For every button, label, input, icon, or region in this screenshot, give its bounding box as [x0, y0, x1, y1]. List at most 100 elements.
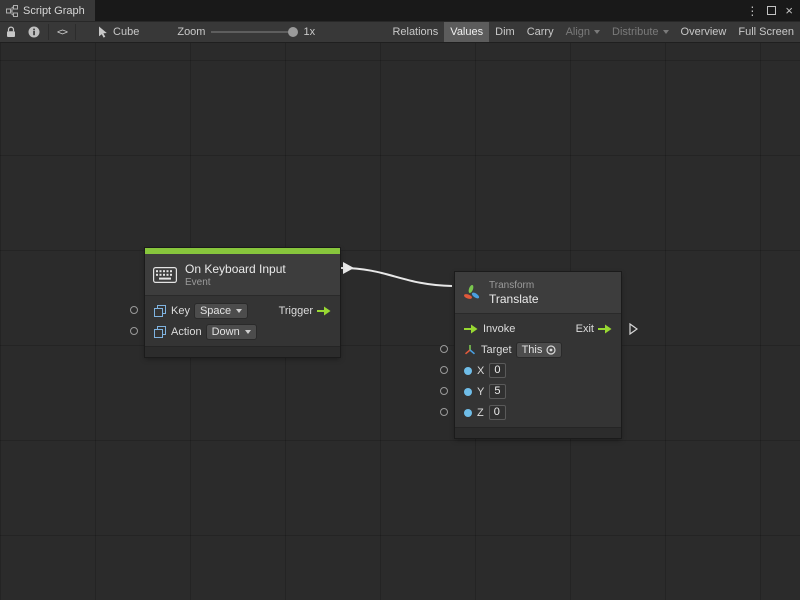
row-key: Key Space Trigger — [145, 300, 340, 321]
zoom-value: 1x — [303, 26, 315, 38]
node-body: Key Space Trigger — [145, 296, 340, 346]
flow-arrow-icon[interactable] — [317, 306, 331, 316]
row-y: Y 5 — [455, 381, 621, 402]
script-graph-icon — [6, 5, 18, 17]
chevron-down-icon — [236, 309, 242, 313]
node-footer — [145, 346, 340, 357]
row-action: Action Down — [145, 321, 340, 342]
value-port-icon — [464, 367, 472, 375]
row-invoke-exit: Invoke Exit — [455, 318, 621, 339]
node-category: Transform — [489, 280, 539, 291]
inspect-button[interactable] — [22, 22, 46, 42]
toolbar-separator — [75, 24, 76, 40]
z-value-field[interactable]: 0 — [489, 405, 506, 420]
row-target: Target This — [455, 339, 621, 360]
align-dropdown[interactable]: Align — [560, 22, 606, 42]
node-footer — [455, 427, 621, 438]
tab-script-graph[interactable]: Script Graph — [0, 0, 95, 21]
action-dropdown[interactable]: Down — [207, 325, 256, 339]
y-value-field[interactable]: 5 — [489, 384, 506, 399]
row-x: X 0 — [455, 360, 621, 381]
maximize-icon[interactable] — [767, 6, 776, 15]
action-label: Action — [171, 326, 202, 338]
code-icon: <> — [57, 27, 67, 38]
toolbar-separator — [48, 24, 49, 40]
overview-button[interactable]: Overview — [675, 22, 733, 42]
axis-gizmo-icon — [464, 344, 476, 356]
relations-label: Relations — [392, 26, 438, 38]
value-port-icon — [464, 388, 472, 396]
input-port-y[interactable] — [440, 387, 448, 395]
y-label: Y — [477, 386, 484, 398]
node-header[interactable]: Transform Translate — [455, 272, 621, 314]
dim-toggle[interactable]: Dim — [489, 22, 521, 42]
carry-label: Carry — [527, 26, 554, 38]
target-label: Target — [481, 344, 512, 356]
zoom-control: Zoom 1x — [171, 22, 321, 42]
wire-trigger-to-invoke[interactable] — [341, 268, 452, 286]
value-port-icon — [464, 409, 472, 417]
close-icon[interactable]: × — [785, 4, 793, 17]
distribute-label: Distribute — [612, 26, 658, 38]
node-title: Translate — [489, 292, 539, 306]
transform-icon — [463, 284, 481, 302]
graph-toolbar: <> Cube Zoom 1x Relations Values Dim Car… — [0, 21, 800, 43]
full-screen-label: Full Screen — [738, 26, 794, 38]
align-label: Align — [566, 26, 590, 38]
window-tab-bar: Script Graph ⋮ × — [0, 0, 800, 21]
edit-script-button[interactable]: <> — [51, 22, 73, 42]
relations-toggle[interactable]: Relations — [386, 22, 444, 42]
node-subtitle: Event — [185, 277, 286, 288]
lock-button[interactable] — [0, 22, 22, 42]
node-body: Invoke Exit T — [455, 314, 621, 427]
window-menu-icon[interactable]: ⋮ — [746, 5, 758, 17]
node-translate[interactable]: Transform Translate Invoke Exit — [455, 272, 621, 438]
input-port-action[interactable] — [130, 327, 138, 335]
zoom-slider-handle[interactable] — [288, 27, 298, 37]
keyboard-icon — [153, 267, 177, 283]
tab-title: Script Graph — [23, 5, 85, 17]
tab-bar-spacer — [95, 0, 740, 21]
exit-flow-triangle-icon[interactable] — [629, 323, 638, 335]
lock-icon — [6, 26, 16, 38]
chevron-down-icon — [245, 330, 251, 334]
exit-label: Exit — [576, 323, 594, 335]
graph-target[interactable]: Cube — [92, 22, 145, 42]
x-value-field[interactable]: 0 — [489, 363, 506, 378]
x-label: X — [477, 365, 484, 377]
target-object-label: Cube — [113, 26, 139, 38]
target-object-chip[interactable]: This — [517, 343, 562, 357]
dim-label: Dim — [495, 26, 515, 38]
node-header[interactable]: On Keyboard Input Event — [145, 254, 340, 296]
chevron-down-icon — [663, 30, 669, 34]
info-icon — [28, 26, 40, 38]
flow-arrow-icon[interactable] — [598, 324, 612, 334]
values-label: Values — [450, 26, 483, 38]
key-dropdown[interactable]: Space — [195, 304, 247, 318]
key-label: Key — [171, 305, 190, 317]
node-title: On Keyboard Input — [185, 262, 286, 276]
variable-icon — [154, 326, 166, 338]
full-screen-button[interactable]: Full Screen — [732, 22, 800, 42]
cursor-icon — [98, 26, 108, 38]
flow-arrow-icon[interactable] — [464, 324, 478, 334]
chevron-down-icon — [594, 30, 600, 34]
variable-icon — [154, 305, 166, 317]
distribute-dropdown[interactable]: Distribute — [606, 22, 674, 42]
input-port-target[interactable] — [440, 345, 448, 353]
carry-toggle[interactable]: Carry — [521, 22, 560, 42]
trigger-label: Trigger — [279, 305, 313, 317]
input-port-x[interactable] — [440, 366, 448, 374]
connections-layer — [0, 43, 800, 600]
zoom-label: Zoom — [177, 26, 205, 38]
wire-direction-arrow — [343, 262, 354, 274]
row-z: Z 0 — [455, 402, 621, 423]
values-toggle[interactable]: Values — [444, 22, 489, 42]
node-on-keyboard-input[interactable]: On Keyboard Input Event Key Space Trigge… — [145, 248, 340, 357]
graph-canvas[interactable]: On Keyboard Input Event Key Space Trigge… — [0, 43, 800, 600]
zoom-slider[interactable] — [211, 31, 297, 33]
input-port-z[interactable] — [440, 408, 448, 416]
input-port-key[interactable] — [130, 306, 138, 314]
key-dropdown-value: Space — [200, 305, 231, 317]
target-object-value: This — [522, 344, 543, 356]
